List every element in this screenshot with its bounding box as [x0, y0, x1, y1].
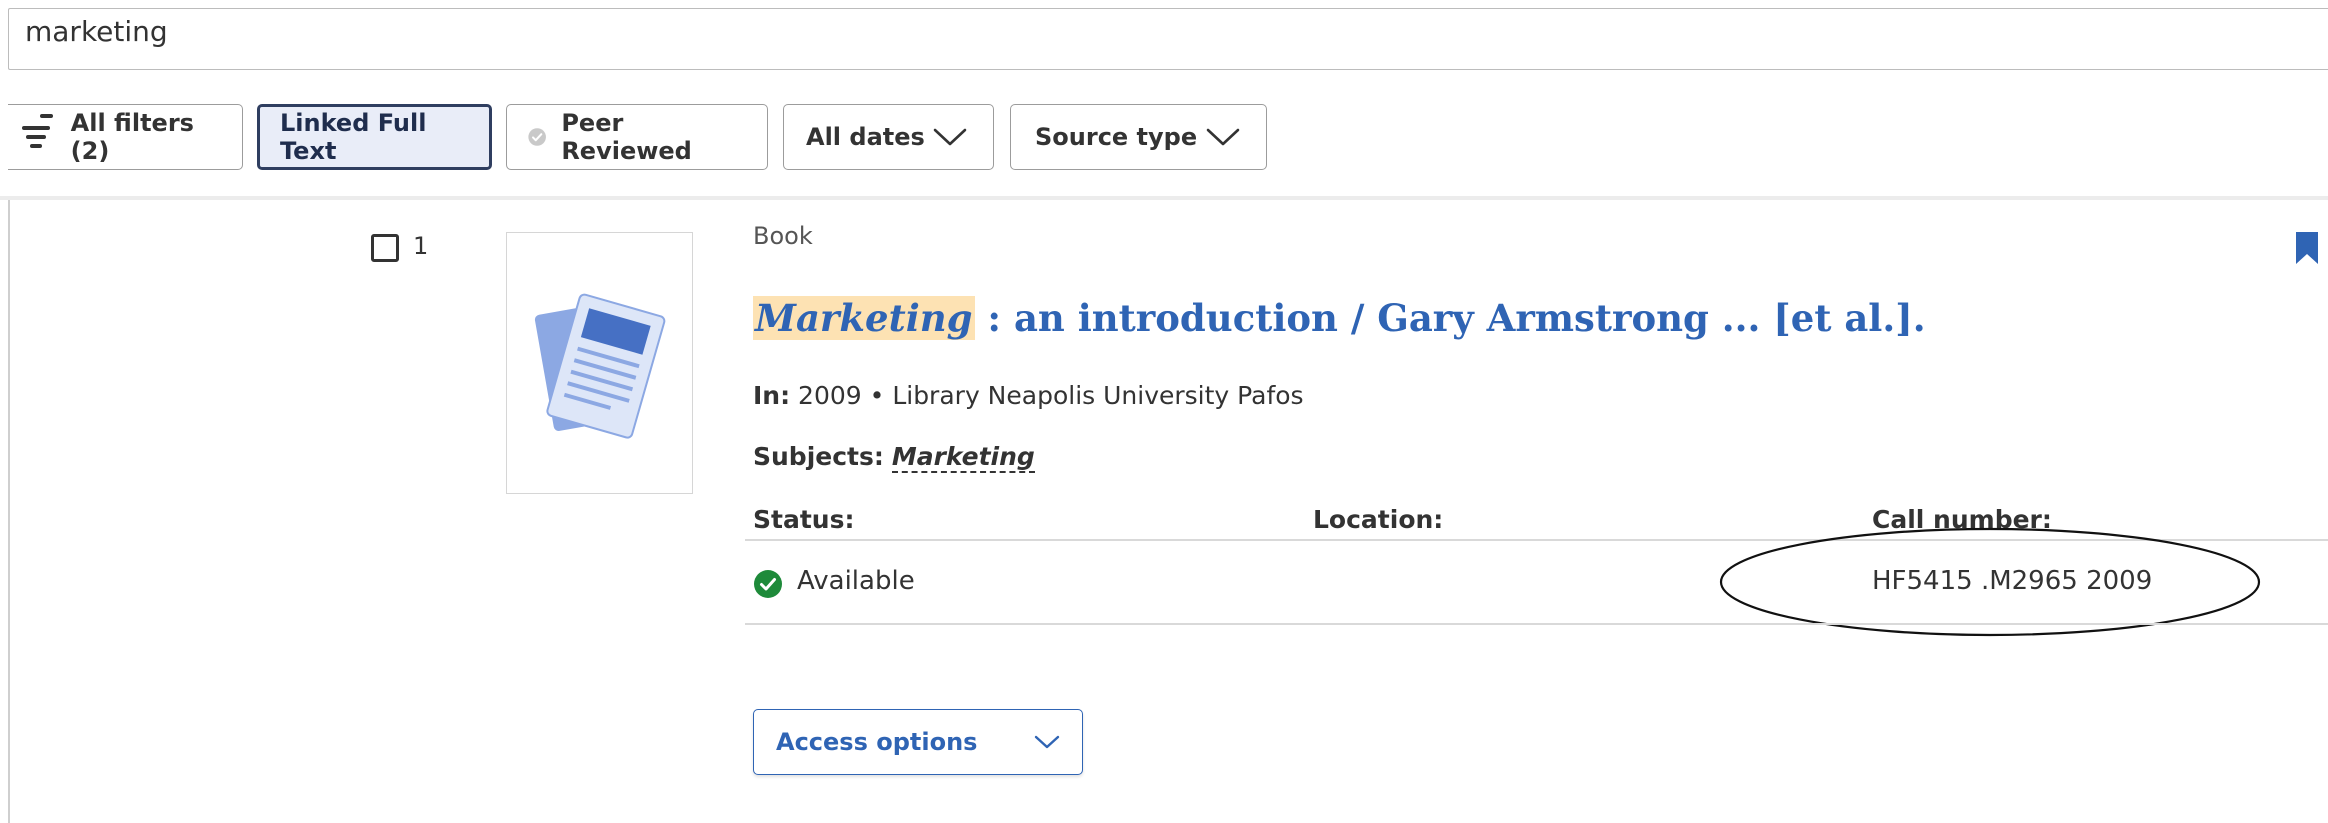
- result-title-link[interactable]: Marketing : an introduction / Gary Armst…: [753, 296, 1926, 340]
- source-type-label: Source type: [1035, 123, 1198, 151]
- subjects: Subjects: Marketing: [753, 442, 1035, 473]
- availability-status: Available: [797, 566, 915, 596]
- in-value: 2009 • Library Neapolis University Pafos: [790, 381, 1304, 410]
- bookmark-icon[interactable]: [2296, 232, 2318, 264]
- all-dates-label: All dates: [806, 123, 925, 151]
- result-thumbnail[interactable]: [506, 232, 693, 494]
- publication-info: In: 2009 • Library Neapolis University P…: [753, 381, 1304, 410]
- access-options-label: Access options: [776, 728, 978, 756]
- chevron-down-icon: [1034, 735, 1060, 749]
- location-header: Location:: [1313, 505, 1444, 534]
- in-label: In:: [753, 381, 791, 410]
- all-filters-label: All filters (2): [70, 109, 194, 165]
- peer-reviewed-icon: [528, 128, 546, 146]
- page: marketing All filters (2) Linked Full Te…: [0, 0, 2328, 823]
- select-result-checkbox[interactable]: [371, 234, 399, 262]
- search-input[interactable]: marketing: [8, 8, 2328, 70]
- all-dates-dropdown[interactable]: All dates: [783, 104, 994, 170]
- linked-full-text-button[interactable]: Linked Full Text: [257, 104, 492, 170]
- peer-reviewed-label: Peer Reviewed: [561, 109, 692, 165]
- access-options-dropdown[interactable]: Access options: [753, 709, 1083, 775]
- status-header: Status:: [753, 505, 855, 534]
- linked-full-text-label: Linked Full Text: [280, 109, 427, 165]
- chevron-down-icon: [1206, 128, 1240, 146]
- annotation-ellipse: [1719, 527, 2261, 637]
- result-number: 1: [413, 232, 429, 260]
- title-highlight: Marketing: [753, 296, 975, 340]
- title-rest: : an introduction / Gary Armstrong ... […: [974, 296, 1926, 340]
- item-type: Book: [753, 222, 813, 250]
- document-thumbnail-icon: [534, 293, 666, 439]
- filter-icon: [22, 114, 53, 154]
- all-filters-button[interactable]: All filters (2): [8, 104, 243, 170]
- subjects-label: Subjects:: [753, 442, 884, 471]
- chevron-down-icon: [933, 128, 967, 146]
- left-divider: [8, 200, 10, 823]
- peer-reviewed-button[interactable]: Peer Reviewed: [506, 104, 768, 170]
- source-type-dropdown[interactable]: Source type: [1010, 104, 1267, 170]
- search-query: marketing: [25, 15, 168, 48]
- subject-link[interactable]: Marketing: [891, 442, 1035, 473]
- divider: [745, 623, 2328, 625]
- check-circle-icon: [754, 570, 782, 598]
